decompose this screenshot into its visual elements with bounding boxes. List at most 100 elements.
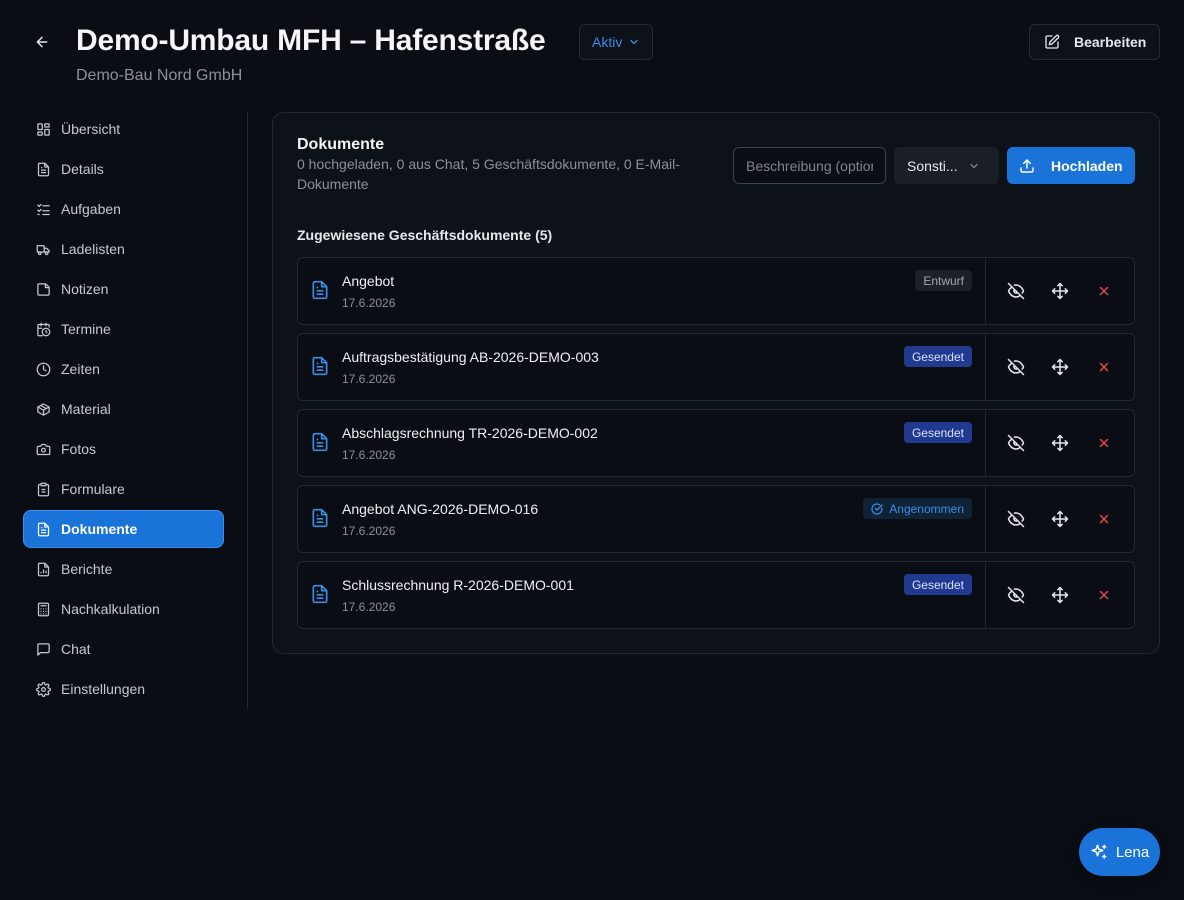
close-icon — [1099, 438, 1109, 448]
document-date: 17.6.2026 — [342, 372, 396, 386]
remove-button[interactable] — [1082, 421, 1126, 465]
sidebar-item-label: Details — [61, 161, 104, 177]
sidebar-item-label: Einstellungen — [61, 681, 146, 697]
calendar-clock-icon — [37, 322, 51, 336]
file-chart-icon — [37, 562, 50, 576]
sidebar-item-chat[interactable]: Chat — [23, 630, 224, 668]
edit-icon — [1045, 34, 1060, 49]
status-label: Entwurf — [923, 273, 964, 288]
document-row[interactable]: Angebot ANG-2026-DEMO-016 17.6.2026 Ange… — [297, 485, 1135, 553]
hide-button[interactable] — [994, 421, 1038, 465]
sidebar-item-formulare[interactable]: Formulare — [23, 470, 224, 508]
sidebar-item-label: Formulare — [61, 481, 125, 497]
assistant-button[interactable]: Lena — [1079, 828, 1160, 876]
sidebar-item-einstellungen[interactable]: Einstellungen — [23, 670, 224, 708]
sidebar-item-material[interactable]: Material — [23, 390, 224, 428]
remove-button[interactable] — [1082, 497, 1126, 541]
sidebar-item-fotos[interactable]: Fotos — [23, 430, 224, 468]
move-icon — [1051, 358, 1069, 376]
document-date: 17.6.2026 — [342, 524, 396, 538]
sidebar-item-details[interactable]: Details — [23, 150, 224, 188]
remove-button[interactable] — [1082, 345, 1126, 389]
document-row[interactable]: Auftragsbestätigung AB-2026-DEMO-003 17.… — [297, 333, 1135, 401]
sidebar-item-notizen[interactable]: Notizen — [23, 270, 224, 308]
hide-button[interactable] — [994, 497, 1038, 541]
remove-button[interactable] — [1082, 269, 1126, 313]
status-label: Gesendet — [911, 425, 964, 440]
move-button[interactable] — [1038, 497, 1082, 541]
sidebar-item-uebersicht[interactable]: Übersicht — [23, 110, 224, 148]
eye-off-icon — [1007, 510, 1025, 528]
row-actions — [985, 334, 1134, 400]
sticky-note-icon — [37, 282, 50, 296]
row-actions — [985, 410, 1134, 476]
document-type-select[interactable]: Sonsti... — [894, 147, 999, 184]
sparkles-icon — [1091, 844, 1107, 859]
status-label: Gesendet — [911, 577, 964, 592]
hide-button[interactable] — [994, 573, 1038, 617]
sidebar-item-nachkalkulation[interactable]: Nachkalkulation — [23, 590, 224, 628]
sidebar-item-label: Termine — [61, 321, 111, 337]
move-button[interactable] — [1038, 421, 1082, 465]
sidebar-item-label: Aufgaben — [61, 201, 121, 217]
upload-button[interactable]: Hochladen — [1007, 147, 1135, 184]
document-list: Angebot 17.6.2026 Entwurf Auftragsbestät… — [297, 257, 1135, 637]
eye-off-icon — [1007, 434, 1025, 452]
documents-summary: 0 hochgeladen, 0 aus Chat, 5 Geschäftsdo… — [297, 156, 680, 192]
status-dropdown[interactable]: Aktiv — [579, 24, 654, 60]
hide-button[interactable] — [994, 269, 1038, 313]
sidebar-nav: Übersicht Details Aufgaben Ladelisten No… — [23, 110, 224, 710]
move-icon — [1051, 434, 1069, 452]
document-date: 17.6.2026 — [342, 448, 396, 462]
sidebar-item-berichte[interactable]: Berichte — [23, 550, 224, 588]
assistant-label: Lena — [1115, 843, 1150, 861]
description-input[interactable] — [733, 147, 886, 184]
status-label: Gesendet — [911, 349, 964, 364]
file-text-icon — [37, 522, 50, 536]
remove-button[interactable] — [1082, 573, 1126, 617]
document-row[interactable]: Abschlagsrechnung TR-2026-DEMO-002 17.6.… — [297, 409, 1135, 477]
dashboard-icon — [37, 122, 50, 136]
edit-label: Bearbeiten — [1074, 34, 1147, 50]
status-badge: Angenommen — [863, 498, 972, 519]
sidebar-item-zeiten[interactable]: Zeiten — [23, 350, 224, 388]
back-button[interactable] — [28, 28, 56, 56]
document-date: 17.6.2026 — [342, 296, 396, 310]
package-icon — [37, 402, 50, 416]
truck-icon — [36, 244, 50, 255]
move-button[interactable] — [1038, 269, 1082, 313]
document-name[interactable]: Schlussrechnung R-2026-DEMO-001 — [342, 577, 574, 593]
document-type-value: Sonsti... — [907, 157, 958, 174]
close-icon — [1099, 514, 1109, 524]
assigned-documents-heading: Zugewiesene Geschäftsdokumente (5) — [297, 227, 553, 243]
sidebar-item-aufgaben[interactable]: Aufgaben — [23, 190, 224, 228]
document-name[interactable]: Abschlagsrechnung TR-2026-DEMO-002 — [342, 425, 598, 441]
sidebar-item-ladelisten[interactable]: Ladelisten — [23, 230, 224, 268]
status-value: Aktiv — [592, 34, 623, 50]
company-name: Demo-Bau Nord GmbH — [76, 67, 243, 84]
chevron-down-icon — [630, 39, 638, 45]
row-actions — [985, 562, 1134, 628]
document-row[interactable]: Angebot 17.6.2026 Entwurf — [297, 257, 1135, 325]
document-row[interactable]: Schlussrechnung R-2026-DEMO-001 17.6.202… — [297, 561, 1135, 629]
arrow-left-icon — [36, 36, 48, 48]
sidebar-divider — [247, 112, 248, 708]
document-name[interactable]: Angebot ANG-2026-DEMO-016 — [342, 501, 538, 517]
move-button[interactable] — [1038, 573, 1082, 617]
message-square-icon — [37, 642, 50, 656]
edit-button[interactable]: Bearbeiten — [1029, 24, 1160, 60]
sidebar-item-label: Berichte — [61, 561, 113, 577]
document-name[interactable]: Auftragsbestätigung AB-2026-DEMO-003 — [342, 349, 599, 365]
close-icon — [1099, 286, 1109, 296]
hide-button[interactable] — [994, 345, 1038, 389]
file-text-icon — [37, 162, 50, 176]
move-button[interactable] — [1038, 345, 1082, 389]
row-actions — [985, 486, 1134, 552]
chevron-down-icon — [969, 163, 978, 168]
file-text-icon — [312, 584, 328, 604]
sidebar-item-termine[interactable]: Termine — [23, 310, 224, 348]
list-checks-icon — [37, 203, 50, 215]
document-date: 17.6.2026 — [342, 600, 396, 614]
document-name[interactable]: Angebot — [342, 273, 394, 289]
sidebar-item-dokumente[interactable]: Dokumente — [23, 510, 224, 548]
